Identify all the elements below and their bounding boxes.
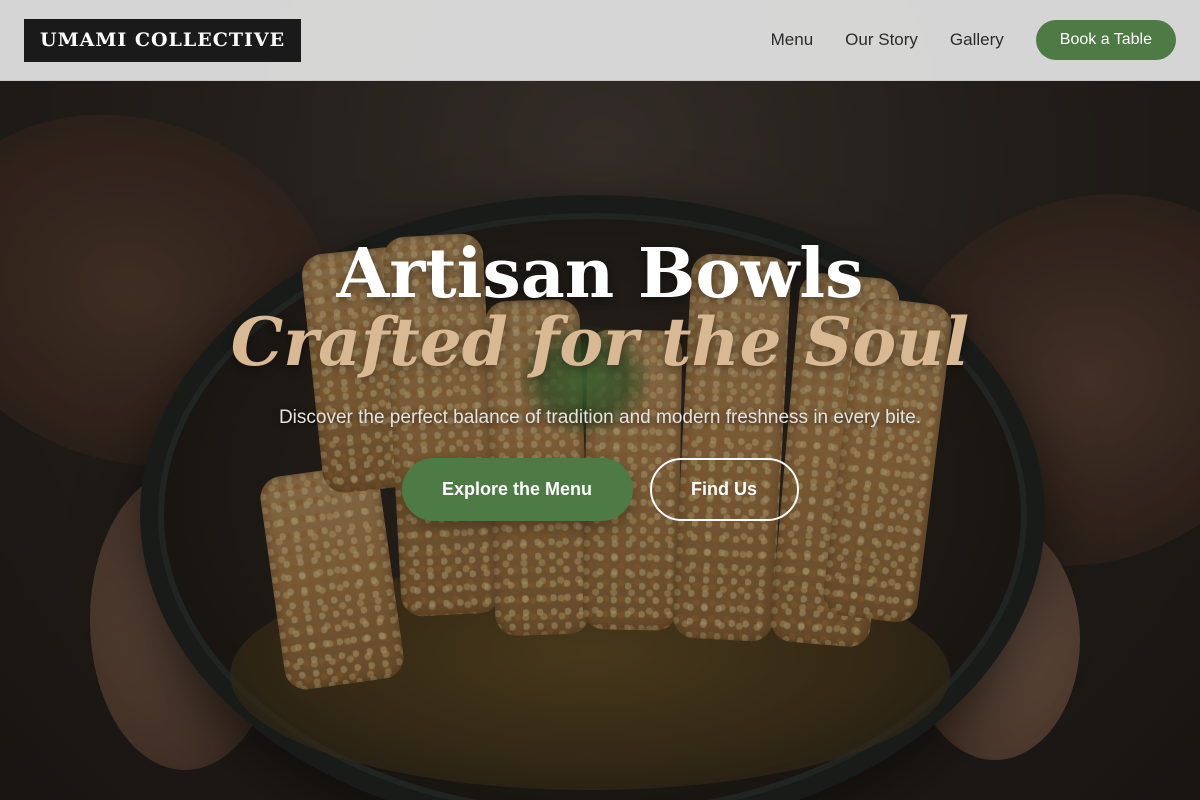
brand-logo[interactable]: UMAMI COLLECTIVE xyxy=(24,18,302,62)
nav-links: Menu Our Story Gallery Book a Table xyxy=(771,20,1176,60)
nav-link-our-story[interactable]: Our Story xyxy=(845,30,918,50)
explore-menu-button[interactable]: Explore the Menu xyxy=(401,458,633,521)
top-navbar: UMAMI COLLECTIVE Menu Our Story Gallery … xyxy=(0,0,1200,81)
nav-link-menu[interactable]: Menu xyxy=(771,30,814,50)
hero-content: Artisan Bowls Crafted for the Soul Disco… xyxy=(0,230,1200,521)
nav-link-gallery[interactable]: Gallery xyxy=(950,30,1004,50)
find-us-button[interactable]: Find Us xyxy=(649,458,799,521)
hero-cta-row: Explore the Menu Find Us xyxy=(0,458,1200,521)
book-a-table-button[interactable]: Book a Table xyxy=(1035,20,1176,60)
hero-subtitle: Discover the perfect balance of traditio… xyxy=(278,407,922,428)
hero-headline-line2: Crafted for the Soul xyxy=(230,303,970,381)
